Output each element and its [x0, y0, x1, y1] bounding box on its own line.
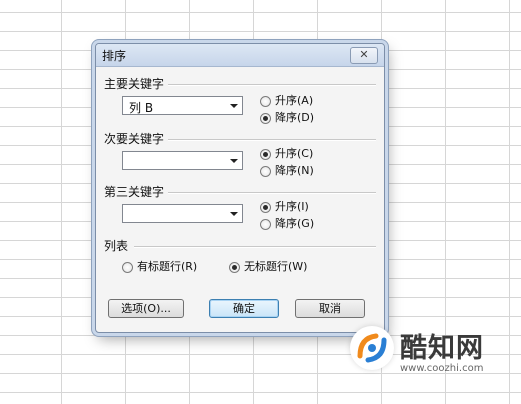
coozhi-logo-icon: [350, 326, 394, 370]
close-button[interactable]: ✕: [350, 47, 378, 64]
tertiary-desc-label: 降序(G): [275, 217, 315, 230]
tertiary-asc-label: 升序(I): [275, 200, 309, 213]
primary-key-label: 主要关键字: [104, 77, 165, 91]
tertiary-asc-option[interactable]: 升序(I): [260, 200, 309, 214]
secondary-desc-option[interactable]: 降序(N): [260, 164, 314, 178]
secondary-asc-option[interactable]: 升序(C): [260, 147, 313, 161]
radio-button[interactable]: [122, 261, 133, 273]
radio-button-selected[interactable]: [260, 112, 271, 124]
radio-button-selected[interactable]: [260, 148, 271, 160]
primary-key-value: 列 B: [129, 101, 154, 115]
list-section-separator: [134, 246, 376, 248]
radio-button[interactable]: [260, 165, 271, 177]
secondary-asc-label: 升序(C): [275, 147, 314, 160]
has-header-row-label: 有标题行(R): [137, 260, 198, 273]
chevron-down-icon: [230, 212, 238, 216]
primary-desc-label: 降序(D): [275, 111, 315, 124]
radio-button-selected[interactable]: [260, 201, 271, 213]
sort-dialog: 排序 ✕ 主要关键字 列 B 升序(A) 降序(D) 次要关键字 升序(C) 降…: [95, 43, 385, 333]
watermark-name: 酷知网: [400, 333, 484, 364]
close-icon: ✕: [359, 48, 369, 61]
secondary-key-label: 次要关键字: [104, 132, 165, 146]
no-header-row-label: 无标题行(W): [244, 260, 308, 273]
secondary-desc-label: 降序(N): [275, 164, 314, 177]
watermark-url: www.coozhi.com: [400, 363, 484, 374]
primary-key-separator: [168, 84, 376, 86]
secondary-key-combo[interactable]: [122, 151, 243, 170]
radio-button[interactable]: [260, 218, 271, 230]
list-section-label: 列表: [104, 239, 129, 253]
primary-asc-option[interactable]: 升序(A): [260, 94, 313, 108]
tertiary-key-separator: [168, 192, 376, 194]
no-header-row-option[interactable]: 无标题行(W): [229, 260, 307, 274]
dialog-title: 排序: [102, 49, 127, 63]
radio-button[interactable]: [260, 95, 271, 107]
has-header-row-option[interactable]: 有标题行(R): [122, 260, 197, 274]
cancel-button[interactable]: 取消: [295, 299, 365, 318]
chevron-down-icon: [230, 104, 238, 108]
ok-button[interactable]: 确定: [209, 299, 279, 318]
primary-asc-label: 升序(A): [275, 94, 314, 107]
tertiary-key-combo[interactable]: [122, 204, 243, 223]
tertiary-key-label: 第三关键字: [104, 185, 165, 199]
radio-button-selected[interactable]: [229, 261, 240, 273]
options-button[interactable]: 选项(O)...: [108, 299, 184, 318]
secondary-key-separator: [168, 139, 376, 141]
watermark: 酷知网 www.coozhi.com: [350, 322, 520, 402]
tertiary-desc-option[interactable]: 降序(G): [260, 217, 314, 231]
dialog-titlebar: 排序 ✕: [96, 44, 384, 67]
primary-key-combo[interactable]: 列 B: [122, 96, 243, 115]
chevron-down-icon: [230, 159, 238, 163]
primary-desc-option[interactable]: 降序(D): [260, 111, 314, 125]
